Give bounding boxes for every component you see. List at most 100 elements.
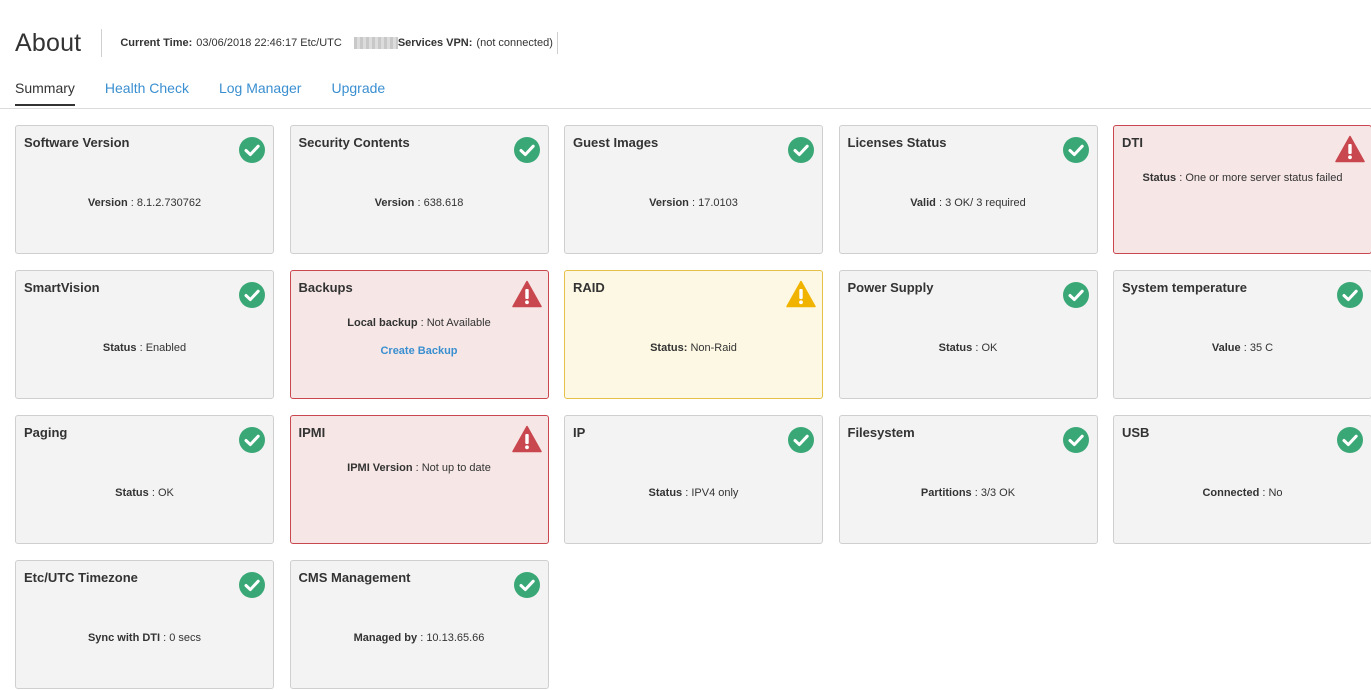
- card-title: Power Supply: [847, 280, 934, 295]
- card-title: Filesystem: [847, 425, 915, 440]
- card-title: USB: [1122, 425, 1150, 440]
- current-time-label: Current Time:: [120, 37, 193, 49]
- status-card-etc-utc-timezone: Etc/UTC Timezone Sync with DTI : 0 secs: [15, 560, 274, 689]
- card-status-line: Status : OK: [16, 487, 273, 499]
- status-card-power-supply: Power Supply Status : OK: [838, 270, 1098, 399]
- status-card-grid: Software Version Version : 8.1.2.730762 Se…: [15, 125, 1371, 689]
- status-card-smartvision: SmartVision Status : Enabled: [15, 270, 274, 399]
- card-status-separator: :: [136, 342, 146, 354]
- card-status-label: Status: [1142, 172, 1177, 184]
- page-header: About Current Time: 03/06/2018 22:46:17 …: [15, 27, 558, 59]
- card-status-label: Connected: [1202, 487, 1260, 499]
- card-title: Software Version: [24, 135, 130, 150]
- card-status-separator: :: [127, 197, 137, 209]
- status-card-usb: USB Connected : No: [1113, 415, 1371, 544]
- status-card-guest-images: Guest Images Version : 17.0103: [564, 125, 823, 254]
- status-card-ipmi: IPMI IPMI Version : Not up to date: [289, 415, 549, 544]
- card-status-separator: :: [417, 632, 427, 644]
- check-circle-icon: [1337, 282, 1363, 308]
- tab-bar: Summary Health Check Log Manager Upgrade: [15, 80, 415, 106]
- header-meta: Current Time: 03/06/2018 22:46:17 Etc/UT…: [120, 32, 558, 54]
- check-circle-icon: [1062, 137, 1089, 163]
- card-status-line: Version : 8.1.2.730762: [16, 197, 273, 209]
- card-status-separator: :: [414, 197, 424, 209]
- tab-summary[interactable]: Summary: [15, 80, 75, 106]
- card-status-value: 17.0103: [698, 197, 738, 209]
- tab-log-manager[interactable]: Log Manager: [219, 80, 302, 106]
- card-title: Guest Images: [573, 135, 659, 150]
- check-circle-icon: [239, 282, 265, 308]
- card-title: IP: [573, 425, 586, 440]
- card-status-label: Status: [938, 342, 973, 354]
- card-status-separator: :: [160, 632, 170, 644]
- card-status-label: Status: [648, 487, 683, 499]
- card-status-value: 3/3 OK: [980, 487, 1016, 499]
- card-title: SmartVision: [24, 280, 100, 295]
- card-status-line: Status: Non-Raid: [565, 342, 822, 354]
- card-status-value: Not up to date: [421, 462, 491, 474]
- card-status-label: Valid: [910, 197, 936, 209]
- check-circle-icon: [1062, 282, 1089, 308]
- check-circle-icon: [1062, 427, 1089, 453]
- check-circle-icon: [513, 137, 540, 163]
- card-status-label: Managed by: [353, 632, 418, 644]
- card-status-value: 638.618: [423, 197, 464, 209]
- create-backup-link[interactable]: Create Backup: [380, 345, 457, 357]
- status-card-backups: Backups Local backup : Not Available Creat…: [289, 270, 549, 399]
- card-status-separator: :: [971, 487, 981, 499]
- card-status-line: Status : OK: [840, 342, 1097, 354]
- card-status-separator: :: [412, 462, 422, 474]
- warning-triangle-icon: [511, 280, 542, 308]
- card-title: System temperature: [1122, 280, 1247, 295]
- card-status-value: No: [1268, 487, 1283, 499]
- check-circle-icon: [239, 137, 265, 163]
- warning-triangle-icon: [786, 280, 816, 308]
- card-status-separator: :: [1240, 342, 1250, 354]
- card-title: Paging: [24, 425, 68, 440]
- card-status-value: 35 C: [1249, 342, 1274, 354]
- card-title: DTI: [1122, 135, 1143, 150]
- card-status-value: IPV4 only: [691, 487, 739, 499]
- card-status-line: Managed by : 10.13.65.66: [291, 632, 548, 644]
- card-title: Licenses Status: [847, 135, 947, 150]
- status-card-ip: IP Status : IPV4 only: [564, 415, 823, 544]
- card-title: Etc/UTC Timezone: [24, 570, 138, 585]
- card-status-label: Local backup: [347, 317, 418, 329]
- card-status-label: Version: [87, 197, 128, 209]
- card-status-value: 10.13.65.66: [426, 632, 485, 644]
- card-status-value: One or more server status failed: [1185, 172, 1343, 184]
- card-title: CMS Management: [298, 570, 411, 585]
- card-status-label: Status:: [650, 342, 688, 354]
- card-status-value: 8.1.2.730762: [136, 197, 202, 209]
- header-divider: [101, 29, 103, 57]
- card-status-line: Version : 17.0103: [565, 197, 822, 209]
- page-title: About: [15, 28, 82, 57]
- check-circle-icon: [513, 572, 540, 598]
- card-title: RAID: [573, 280, 605, 295]
- card-status-value: Not Available: [426, 317, 491, 329]
- card-status-line: Status : One or more server status faile…: [1114, 172, 1371, 184]
- check-circle-icon: [788, 427, 814, 453]
- card-status-label: Version: [374, 197, 415, 209]
- status-card-system-temperature: System temperature Value : 35 C: [1113, 270, 1371, 399]
- status-card-paging: Paging Status : OK: [15, 415, 274, 544]
- status-card-software-version: Software Version Version : 8.1.2.730762: [15, 125, 274, 254]
- header-divider-end: [556, 32, 558, 54]
- card-status-line: Connected : No: [1114, 487, 1371, 499]
- card-status-value: OK: [981, 342, 998, 354]
- tab-upgrade[interactable]: Upgrade: [331, 80, 385, 106]
- card-title: Security Contents: [298, 135, 410, 150]
- card-status-line: Status : Enabled: [16, 342, 273, 354]
- status-card-filesystem: Filesystem Partitions : 3/3 OK: [838, 415, 1098, 544]
- card-status-label: Status: [115, 487, 149, 499]
- card-status-separator: :: [935, 197, 946, 209]
- card-status-label: Value: [1211, 342, 1241, 354]
- card-status-line: Partitions : 3/3 OK: [840, 487, 1097, 499]
- card-status-separator: :: [682, 487, 692, 499]
- current-time-value: 03/06/2018 22:46:17 Etc/UTC: [196, 37, 342, 49]
- card-status-label: Status: [102, 342, 137, 354]
- card-action: Create Backup: [291, 345, 548, 357]
- tab-divider: [0, 108, 1371, 109]
- tab-health-check[interactable]: Health Check: [105, 80, 189, 106]
- card-status-line: Value : 35 C: [1114, 342, 1371, 354]
